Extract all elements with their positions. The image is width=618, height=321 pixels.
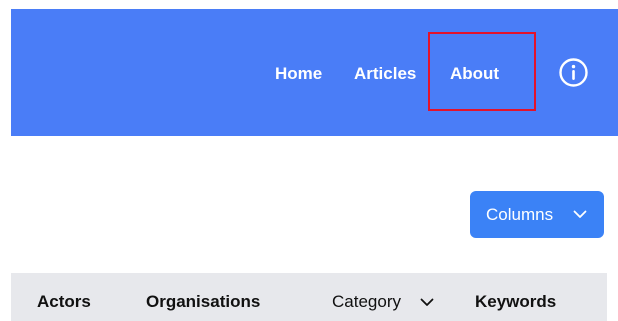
chevron-down-icon[interactable] bbox=[420, 298, 434, 307]
column-header-actors: Actors bbox=[37, 292, 91, 311]
column-header-keywords: Keywords bbox=[475, 292, 557, 311]
columns-button[interactable]: Columns bbox=[470, 191, 604, 238]
column-header-organisations: Organisations bbox=[146, 292, 261, 311]
nav-link-articles[interactable]: Articles bbox=[354, 64, 416, 84]
chevron-down-icon bbox=[573, 210, 587, 218]
column-header-category[interactable]: Category bbox=[332, 292, 401, 312]
highlight-box bbox=[428, 32, 536, 111]
page: Home Articles About Columns Actors Organ… bbox=[0, 0, 618, 321]
info-circle-icon[interactable] bbox=[558, 57, 589, 88]
columns-button-label: Columns bbox=[486, 205, 554, 224]
nav-link-home[interactable]: Home bbox=[275, 64, 322, 84]
